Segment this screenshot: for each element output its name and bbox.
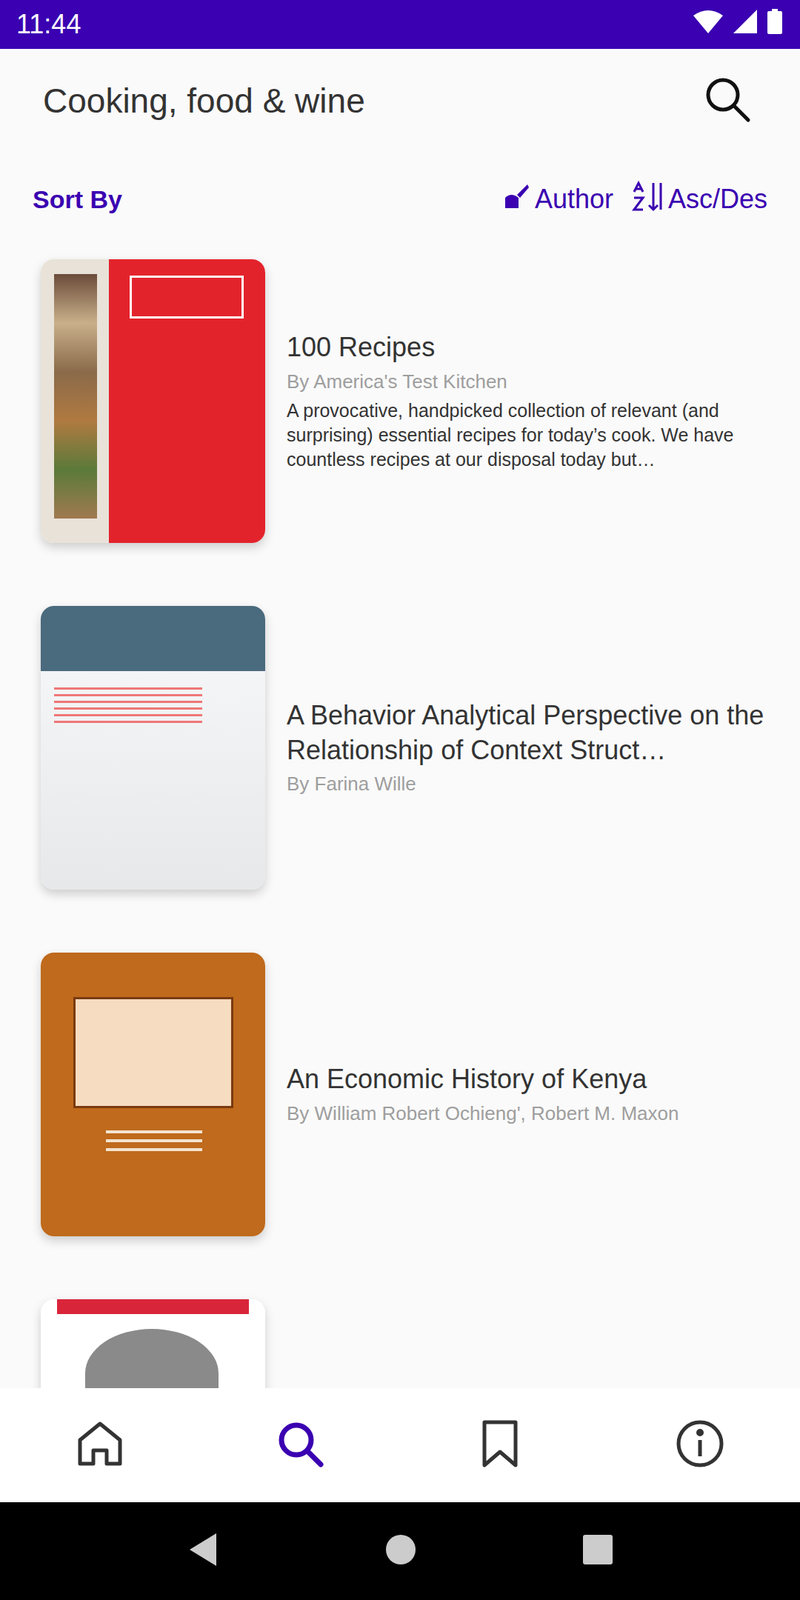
book-author: By America's Test Kitchen (286, 369, 779, 395)
status-bar: 11:44 (0, 0, 800, 49)
signal-icon (733, 8, 758, 40)
book-item[interactable] (0, 1299, 800, 1389)
book-item[interactable]: An Economic History of Kenya By William R… (0, 952, 800, 1237)
book-info: A Behavior Analytical Perspective on the… (286, 698, 779, 798)
book-list: 100 Recipes By America's Test Kitchen A pr… (0, 245, 800, 1389)
sort-bar: Sort By Author Asc/Des (0, 152, 800, 246)
book-item[interactable]: 100 Recipes By America's Test Kitchen A pr… (0, 259, 800, 543)
sort-order: Asc/Des (668, 183, 768, 215)
book-author: By Farina Wille (286, 771, 779, 798)
sort-field: Author (534, 183, 614, 215)
status-icons (693, 8, 783, 41)
search-icon[interactable] (703, 75, 752, 126)
wifi-icon (693, 8, 723, 40)
book-info: An Economic History of Kenya By William R… (286, 1062, 779, 1127)
book-cover[interactable] (40, 952, 266, 1237)
system-navigation (0, 1502, 800, 1600)
page-title: Cooking, food & wine (42, 80, 366, 121)
book-cover[interactable] (40, 1299, 266, 1389)
bookmark-icon (474, 1417, 526, 1473)
info-icon (674, 1417, 726, 1473)
sort-field-button[interactable]: Author (500, 181, 614, 218)
book-info: 100 Recipes By America's Test Kitchen A pr… (286, 330, 779, 473)
clock: 11:44 (16, 8, 81, 40)
book-cover[interactable] (40, 259, 266, 543)
home-icon (74, 1417, 126, 1473)
search-icon (274, 1417, 326, 1473)
bottom-navigation (0, 1388, 800, 1503)
book-title: A Behavior Analytical Perspective on the… (286, 698, 779, 769)
recents-icon[interactable] (582, 1534, 614, 1569)
back-icon[interactable] (186, 1531, 220, 1571)
nav-item[interactable] (200, 1388, 400, 1503)
nav-item[interactable] (0, 1388, 200, 1503)
sort-label: Sort By (32, 185, 123, 215)
book-description: A provocative, handpicked collection of … (286, 398, 779, 472)
home-button-icon[interactable] (384, 1533, 418, 1569)
brush-icon (500, 181, 531, 218)
book-author: By William Robert Ochieng', Robert M. Ma… (286, 1101, 779, 1127)
sort-options: Author Asc/Des (500, 180, 768, 220)
battery-icon (767, 8, 783, 41)
nav-item[interactable] (600, 1388, 800, 1503)
sort-order-button[interactable]: Asc/Des (631, 180, 768, 220)
book-item[interactable]: A Behavior Analytical Perspective on the… (0, 605, 800, 890)
nav-item[interactable] (400, 1388, 600, 1503)
toolbar: Cooking, food & wine (0, 48, 800, 153)
book-cover[interactable] (40, 605, 266, 890)
book-title: An Economic History of Kenya (286, 1062, 779, 1098)
book-title: 100 Recipes (286, 330, 779, 366)
sort-icon (631, 180, 664, 220)
